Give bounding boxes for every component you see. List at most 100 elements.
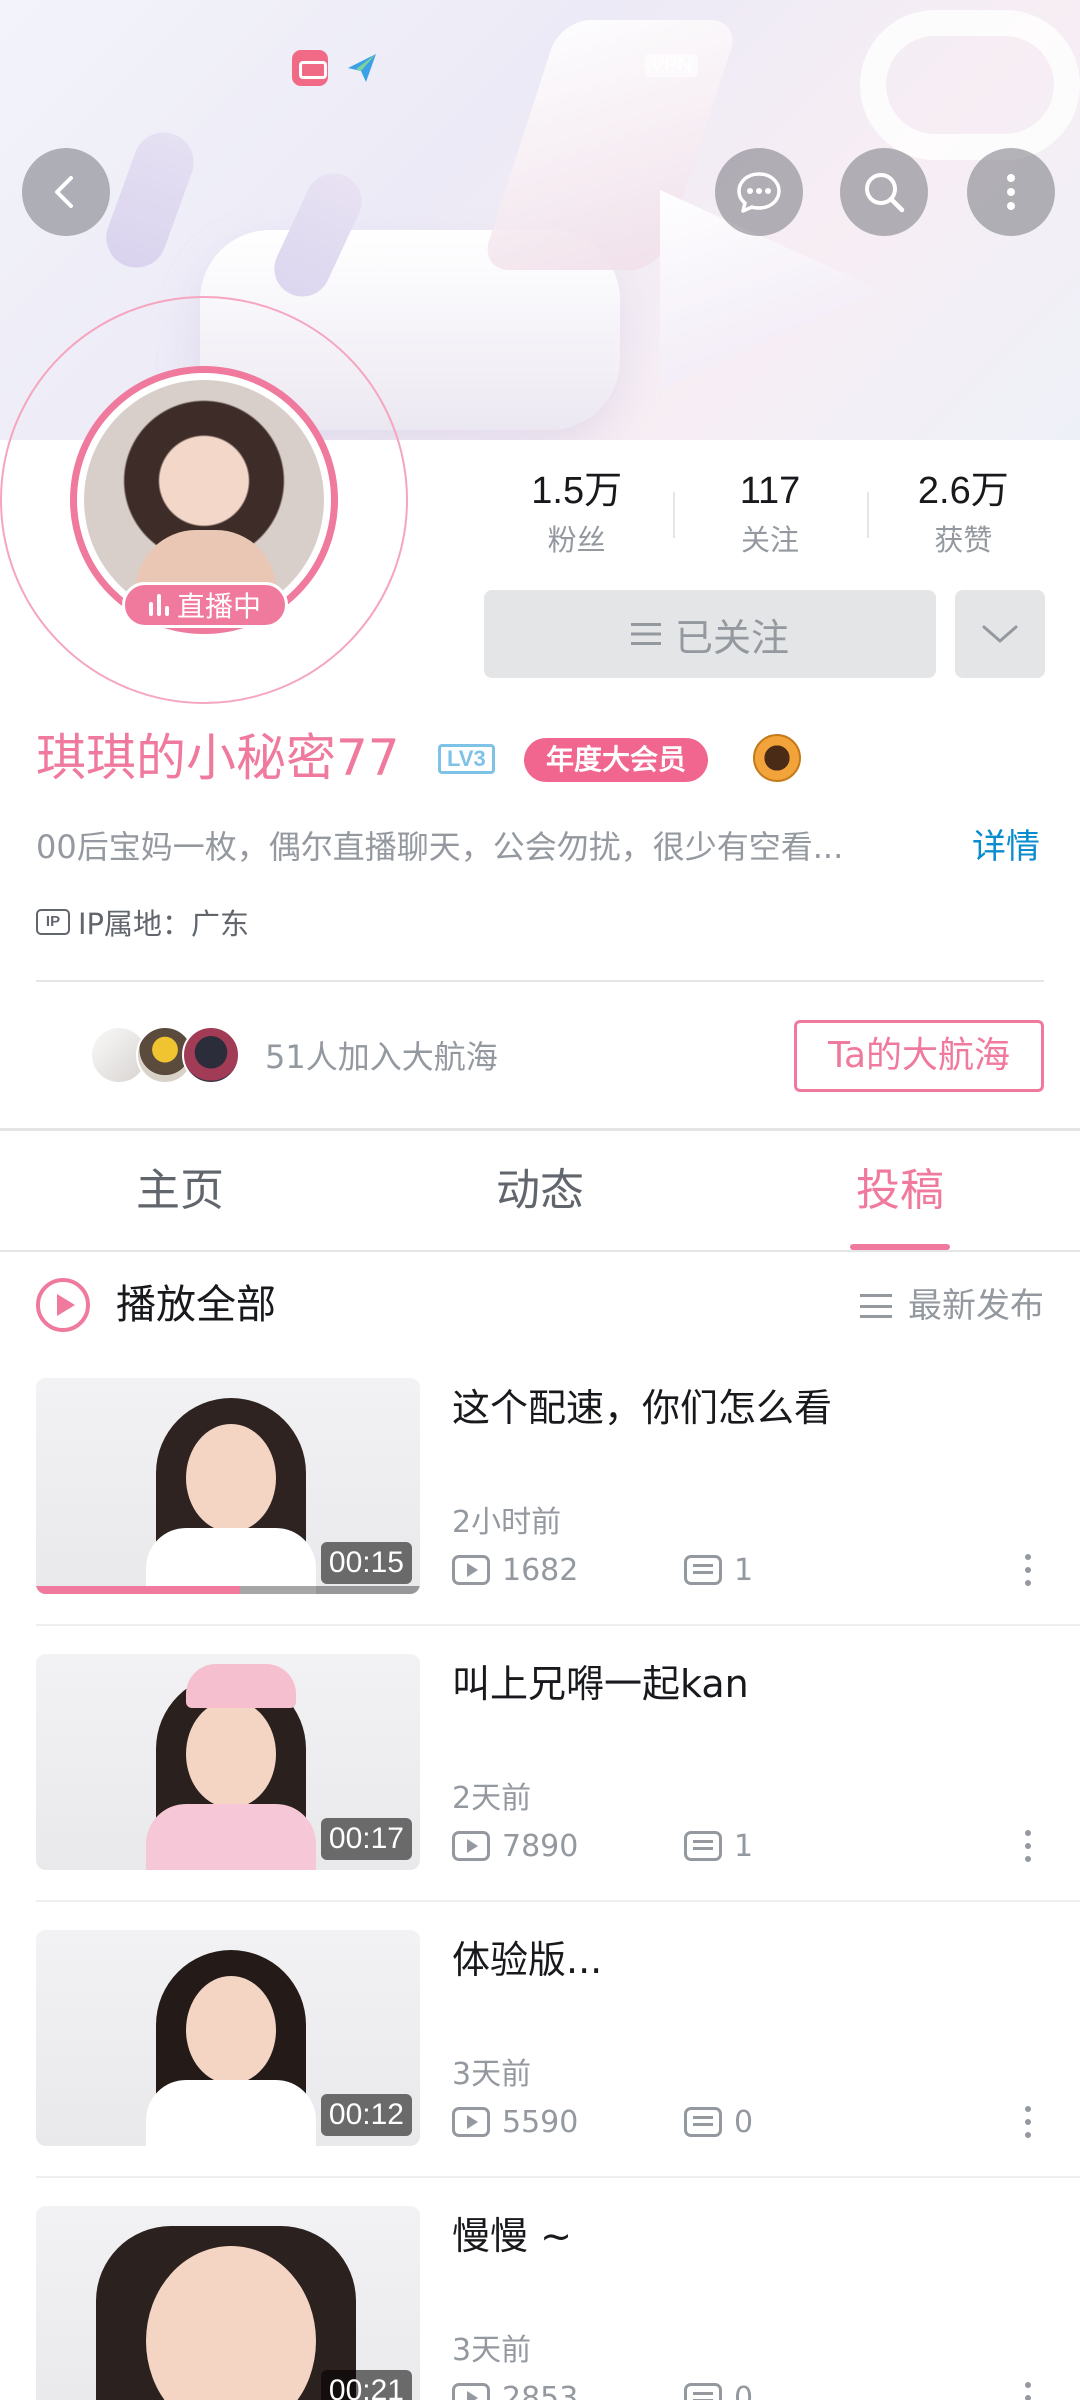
stat-label: 关注 [740,523,799,557]
stat-label: 获赞 [934,523,993,557]
search-button[interactable] [840,148,928,236]
vip-badge[interactable]: 年度大会员 [524,738,709,782]
followed-label: 已关注 [674,615,789,660]
video-item[interactable]: 00:12 体验版... 3天前 5590 0 [0,1930,1080,2206]
view-count: 5590 [452,2105,684,2140]
comment-count-value: 0 [734,2380,754,2400]
comment-count-value: 0 [734,2104,754,2140]
menu-lines-icon [630,623,661,645]
video-duration: 00:15 [320,1542,412,1584]
view-count-value: 7890 [502,1828,579,1864]
play-count-icon [452,1555,490,1585]
comment-icon [684,2383,722,2400]
chevron-left-icon [55,176,73,208]
video-more-icon[interactable] [1020,2100,1036,2144]
level-badge: LV3 [438,744,495,774]
video-more-icon[interactable] [1020,1548,1036,1592]
comment-count: 1 [684,1829,753,1864]
stat-fans[interactable]: 1.5万 粉丝 [480,462,673,572]
video-time: 3天前 [452,2057,532,2092]
follow-dropdown-button[interactable] [955,590,1045,678]
stat-likes[interactable]: 2.6万 获赞 [866,462,1060,572]
bilibili-app-icon [292,50,328,86]
medal-icon[interactable] [753,734,801,782]
watch-progress-fill [36,1586,240,1594]
ip-icon: IP [36,909,70,935]
tab-submissions[interactable]: 投稿 [720,1132,1080,1250]
play-all-icon[interactable] [36,1278,90,1332]
stat-value: 2.6万 [917,470,1009,512]
comment-count: 1 [684,1553,753,1588]
comment-icon [684,1831,722,1861]
more-vertical-icon [1007,174,1015,210]
video-title[interactable]: 体验版... [452,1930,602,1990]
divider [36,1624,1080,1626]
watch-progress-bar [36,1586,420,1594]
bio-detail-link[interactable]: 详情 [972,822,1040,872]
guard-button[interactable]: Ta的大航海 [794,1020,1044,1092]
ip-location-text: IP属地：广东 [78,907,250,941]
message-button[interactable] [715,148,803,236]
thumbnail-figure [186,1424,276,1532]
video-more-icon[interactable] [1020,2376,1036,2400]
guard-avatars[interactable] [90,1026,250,1086]
guard-count-text[interactable]: 51人加入大航海 [265,1034,498,1080]
video-meta: 2853 0 [452,2376,753,2400]
view-count: 2853 [452,2381,684,2400]
live-badge[interactable]: 直播中 [122,582,288,628]
send-app-icon [348,54,376,82]
view-count-value: 2853 [502,2380,579,2400]
video-item[interactable]: 00:21 慢慢 ~ 3天前 2853 0 [0,2206,1080,2400]
thumbnail-figure [146,1528,316,1594]
view-count-value: 1682 [502,1552,579,1588]
stat-following[interactable]: 117 关注 [673,462,866,572]
divider [0,1250,1080,1252]
video-time: 2小时前 [452,1505,562,1540]
video-thumbnail[interactable]: 00:15 [36,1378,420,1594]
followed-button[interactable]: 已关注 [484,590,936,678]
banner-decoration [97,123,203,277]
thumbnail-figure [146,2080,316,2146]
comment-count: 0 [684,2381,753,2400]
video-thumbnail[interactable]: 00:21 [36,2206,420,2400]
video-title[interactable]: 慢慢 ~ [452,2206,572,2266]
video-title[interactable]: 叫上兄嘚一起kan [452,1654,749,1714]
video-item[interactable]: 00:17 叫上兄嘚一起kan 2天前 7890 1 [0,1654,1080,1930]
user-name: 琪琪的小秘密77 [36,729,400,787]
sort-label: 最新发布 [908,1286,1044,1326]
vpn-indicator: VPN [645,54,699,77]
video-thumbnail[interactable]: 00:17 [36,1654,420,1870]
comment-count-value: 1 [734,1552,754,1588]
play-count-icon [452,1831,490,1861]
tab-dynamics[interactable]: 动态 [360,1132,720,1250]
bio-text: 00后宝妈一枚，偶尔直播聊天，公会勿扰，很少有空看... [36,828,844,866]
comment-count-value: 1 [734,1828,754,1864]
more-options-button[interactable] [967,148,1055,236]
divider [36,1900,1080,1902]
thumbnail-figure [186,1976,276,2084]
search-icon [865,173,905,213]
divider [36,980,1044,982]
profile-stats: 1.5万 粉丝 117 关注 2.6万 获赞 [480,462,1060,572]
play-all-button[interactable]: 播放全部 [116,1278,276,1332]
video-duration: 00:17 [320,1818,412,1860]
video-more-icon[interactable] [1020,1824,1036,1868]
sort-button[interactable]: 最新发布 [860,1282,1044,1330]
sort-icon [860,1294,892,1318]
comment-icon [684,1555,722,1585]
divider [36,2176,1080,2178]
status-bar: VPN [0,40,1080,96]
video-item[interactable]: 00:15 这个配速，你们怎么看 2小时前 1682 1 [0,1378,1080,1654]
comment-count: 0 [684,2105,753,2140]
profile-tabs: 主页 动态 投稿 [0,1132,1080,1250]
chevron-down-icon [982,625,1018,643]
back-button[interactable] [22,148,110,236]
ip-location: IP IP属地：广东 [36,900,249,944]
view-count: 7890 [452,1829,684,1864]
stat-value: 117 [739,470,801,512]
thumbnail-figure [146,1804,316,1870]
tab-home[interactable]: 主页 [0,1132,360,1250]
video-title[interactable]: 这个配速，你们怎么看 [452,1378,832,1438]
video-thumbnail[interactable]: 00:12 [36,1930,420,2146]
play-count-icon [452,2383,490,2400]
